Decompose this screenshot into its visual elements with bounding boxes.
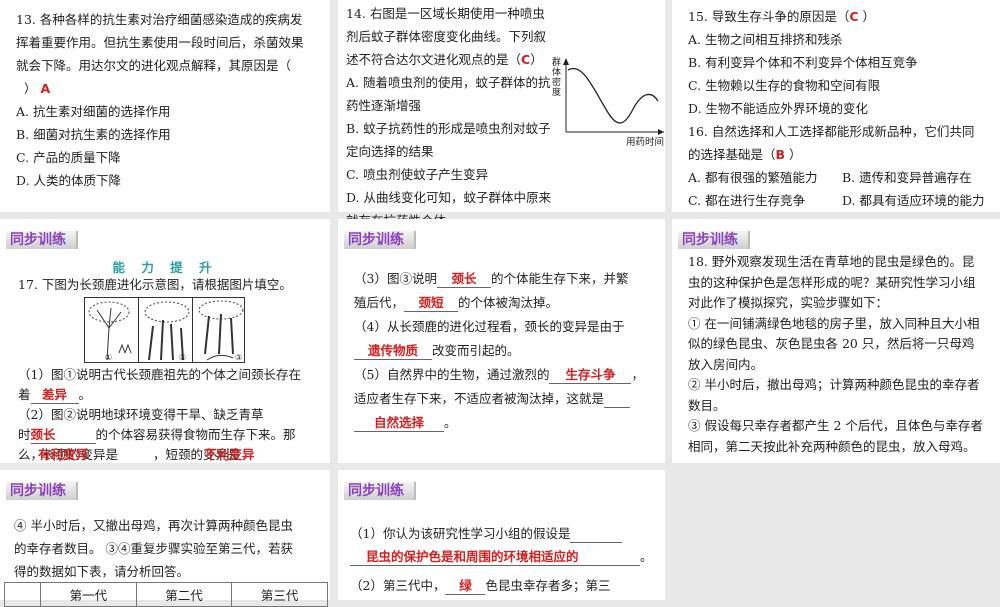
q15-answer: C — [849, 9, 859, 24]
slide-q18: 同步训练 18. 野外观察发现生活在青草地的昆虫是绿色的。昆 虫的这种保护色是怎… — [672, 219, 1000, 463]
density-graph: 群体密度 用药时间 — [552, 56, 664, 148]
slide-q17: 同步训练 能 力 提 升 17. 下图为长颈鹿进化示意图，请根据图片填空。 ① … — [0, 219, 330, 484]
slide-q17-cont: 同步训练 （3）图③说明 颈长 的个体能生存下来，并繁 殖后代， 颈短 的个体被淘汰掉。… — [338, 219, 665, 463]
answer-blank: 颈短 — [418, 295, 444, 310]
q14-line: 14. 右图是一区域长期使用一种喷虫 — [346, 6, 545, 21]
graph-xlabel: 用药时间 — [625, 137, 664, 148]
section-badge: 同步训练 — [344, 482, 416, 500]
answer-blank: 颈长 — [30, 427, 56, 442]
section-badge: 同步训练 — [6, 482, 78, 500]
section-badge: 同步训练 — [344, 231, 416, 249]
slide-q18-cont: 同步训练 ④ 半小时后，又撤出母鸡，再次计算两种颜色昆虫 的幸存者数目。 ③④重… — [0, 470, 330, 607]
giraffe-image: ② — [139, 298, 193, 362]
table-header-row: 第一代 第二代 第三代 — [4, 582, 328, 607]
answer-blank: 不利变异 — [204, 447, 255, 462]
slide-q14: 14. 右图是一区域长期使用一种喷虫 剂后蚊子群体密度变化曲线。下列叙 述不符合… — [338, 0, 665, 228]
q13-line: 13. 各种各样的抗生素对治疗细菌感染造成的疾病发 — [16, 12, 303, 27]
giraffe-image: ③ — [193, 298, 246, 362]
giraffe-image: ① — [85, 298, 139, 362]
q14-answer: C — [521, 52, 531, 67]
q16-option: D. 都具有适应环境的能力 — [842, 193, 985, 208]
q13-option: D. 人类的体质下降 — [16, 173, 122, 188]
q16-option: B. 遗传和变异普遍存在 — [842, 170, 972, 185]
answer-blank: 遗传物质 — [367, 343, 418, 358]
answer-blank: 生存斗争 — [565, 367, 616, 382]
q13-line: 挥着重要作用。但抗生素使用一段时间后，杀菌效果 — [16, 35, 304, 50]
q13-answer: A — [40, 81, 51, 96]
q15-option: C. 生物赖以生存的食物和空间有限 — [688, 78, 881, 93]
graph-ylabel: 群体密度 — [552, 58, 562, 98]
data-table: 第一代 第二代 第三代 — [4, 582, 328, 607]
answer-blank: 自然选择 — [373, 415, 424, 430]
q16-line: 16. 自然选择和人工选择都能形成新品种，它们共同 — [688, 124, 975, 139]
q15-option: D. 生物不能适应外界环境的变化 — [688, 101, 869, 116]
table-header: 第三代 — [231, 582, 328, 607]
q17-stem: 17. 下图为长颈鹿进化示意图，请根据图片填空。 — [18, 277, 292, 292]
answer-blank: 有利变异 — [38, 447, 89, 462]
answer-blank: 绿 — [459, 578, 472, 593]
section-badge: 同步训练 — [678, 231, 750, 249]
giraffe-figure: ① ② ③ — [84, 297, 245, 363]
table-header: 第一代 — [40, 582, 137, 607]
q16-answer: B — [775, 147, 786, 162]
slide-q13: 13. 各种各样的抗生素对治疗细菌感染造成的疾病发 挥着重要作用。但抗生素使用一… — [0, 0, 330, 212]
q15-option: B. 有利变异个体和不利变异个体相互竞争 — [688, 55, 918, 70]
answer-blank: 颈长 — [451, 271, 477, 286]
q14-line: 剂后蚊子群体密度变化曲线。下列叙 — [346, 29, 547, 44]
answer-blank: 昆虫的保护色是和周围的环境相适应的 — [366, 549, 579, 564]
q13-option: C. 产品的质量下降 — [16, 150, 121, 165]
q13-line: 就会下降。用达尔文的进化观点解释，其原因是（ — [16, 58, 292, 73]
q16-option: C. 都在进行生存竞争 — [688, 193, 806, 208]
slide-q18-questions: 同步训练 （1）你认为该研究性学习小组的假设是 昆虫的保护色是和周围的环境相适应… — [338, 470, 665, 600]
slide-q15-q16: 15. 导致生存斗争的原因是（C ） A. 生物之间相互排挤和残杀 B. 有利变… — [672, 0, 1000, 212]
q13-option: B. 细菌对抗生素的选择作用 — [16, 127, 171, 142]
q15-option: A. 生物之间相互排挤和残杀 — [688, 32, 843, 47]
q14-option: D. 从曲线变化可知，蚊子群体中原来 — [346, 190, 552, 205]
q13-option: A. 抗生素对细菌的选择作用 — [16, 104, 171, 119]
answer-blank: 差异 — [42, 387, 68, 402]
table-header: 第二代 — [135, 582, 233, 607]
q16-option: A. 都有很强的繁殖能力 — [688, 170, 818, 185]
section-badge: 同步训练 — [6, 231, 78, 249]
q14-option: C. 喷虫剂使蚊子产生变异 — [346, 167, 489, 182]
